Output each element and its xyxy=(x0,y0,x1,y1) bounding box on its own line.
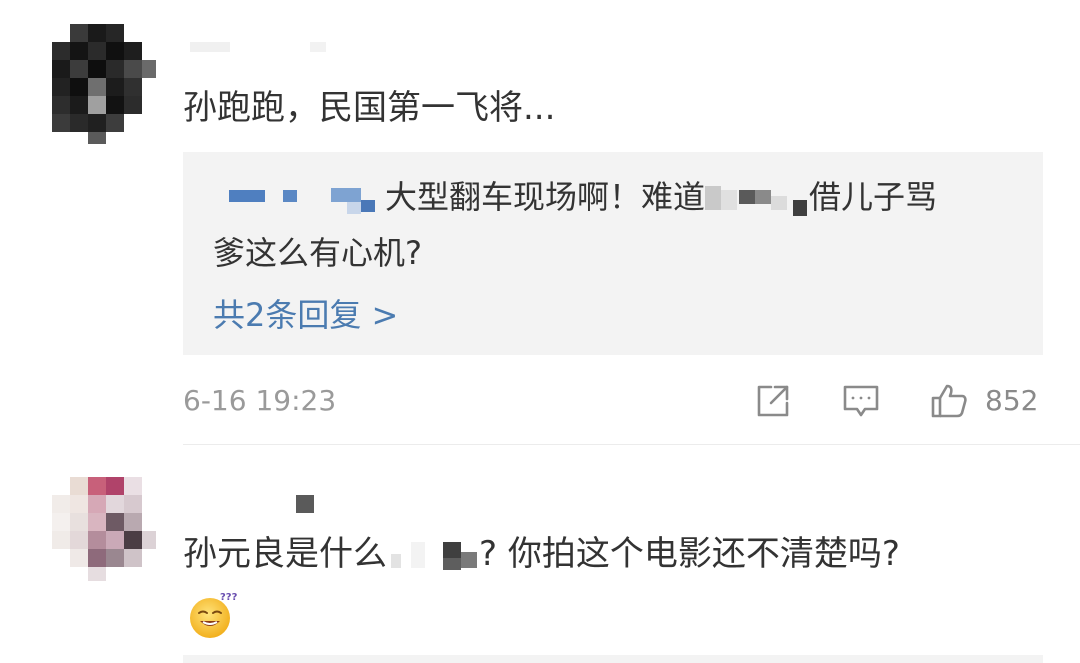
comment-item: 孙跑跑，民国第一飞将... 大型翻车现场啊！难道 借儿子骂 爹这么有心机? 共2… xyxy=(0,0,1080,445)
reply-text: 大型翻车现场啊！难道 xyxy=(385,178,706,216)
redacted-text xyxy=(387,532,479,576)
timestamp: 6-16 19:23 xyxy=(183,384,337,417)
reply-text-cont: 借儿子骂 xyxy=(809,178,938,216)
reply-line-2: 爹这么有心机? xyxy=(213,234,422,272)
share-icon[interactable] xyxy=(753,381,793,421)
username-redacted[interactable] xyxy=(296,495,316,515)
comment-text-part: ? 你拍这个电影还不清楚吗? xyxy=(479,534,900,574)
comment-text: 孙元良是什么 ? 你拍这个电影还不清楚吗? xyxy=(183,532,900,576)
like-icon[interactable] xyxy=(929,381,969,421)
avatar[interactable] xyxy=(52,24,156,144)
avatar[interactable] xyxy=(52,477,156,581)
redacted-reply-username[interactable] xyxy=(213,176,385,218)
reply-line-1: 大型翻车现场啊！难道 借儿子骂 xyxy=(213,176,937,218)
view-replies-link[interactable]: 共2条回复 > xyxy=(213,294,398,336)
comment-item: 孙元良是什么 ? 你拍这个电影还不清楚吗? xyxy=(0,445,1080,663)
comment-text-part: 孙元良是什么 xyxy=(183,534,387,574)
comment-meta-row: 6-16 19:23 852 xyxy=(183,381,1043,421)
redacted-text xyxy=(705,176,809,218)
comment-text: 孙跑跑，民国第一飞将... xyxy=(183,88,556,128)
username-redacted[interactable] xyxy=(190,40,330,56)
svg-text:???: ??? xyxy=(220,592,238,603)
confused-smile-emoji: ??? xyxy=(186,588,238,640)
reply-preview-box[interactable] xyxy=(183,655,1043,663)
comment-icon[interactable] xyxy=(841,381,881,421)
reply-preview-box[interactable]: 大型翻车现场啊！难道 借儿子骂 爹这么有心机? 共2条回复 > xyxy=(183,152,1043,355)
like-count: 852 xyxy=(985,384,1039,417)
